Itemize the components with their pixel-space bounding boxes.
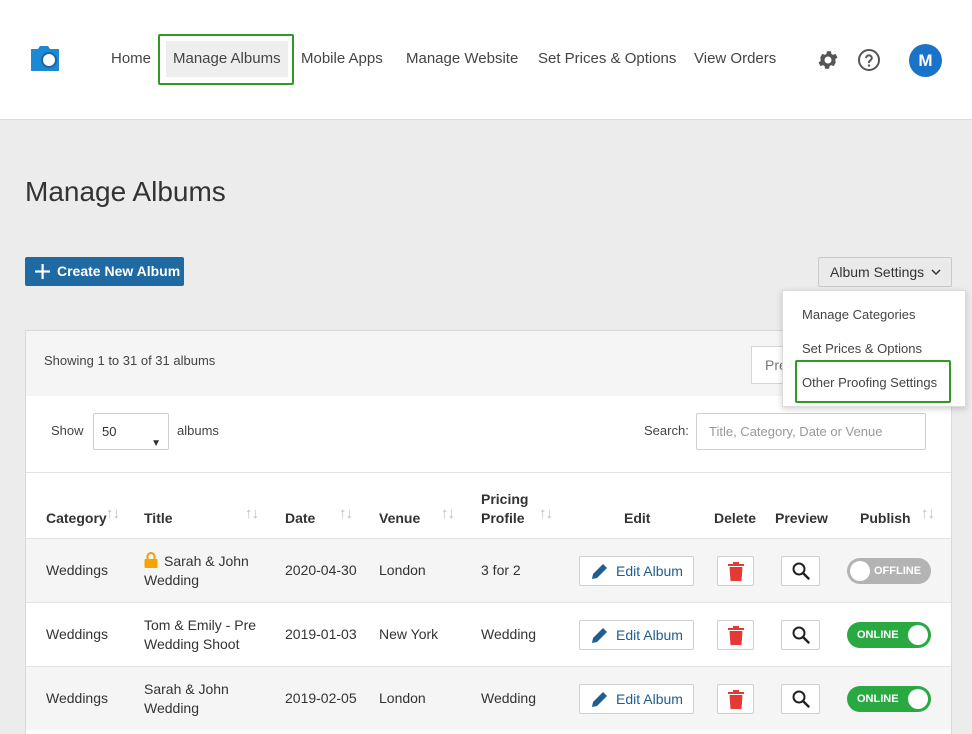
row-title-line1: Sarah & John [144, 552, 249, 571]
search-label: Search: [644, 423, 689, 438]
publish-toggle[interactable]: ONLINE [847, 686, 931, 712]
trash-icon [728, 626, 744, 645]
table-row: Weddings Sarah & John Wedding 2020-04-30… [26, 538, 951, 602]
preview-album-button[interactable] [781, 620, 820, 650]
album-settings-label: Album Settings [830, 264, 925, 280]
column-delete: Delete [714, 510, 757, 526]
edit-album-button[interactable]: Edit Album [579, 556, 694, 586]
edit-album-button[interactable]: Edit Album [579, 684, 694, 714]
table-row: Weddings Sarah & John Wedding 2019-02-05… [26, 666, 951, 730]
row-category: Weddings [46, 562, 109, 578]
edit-album-label: Edit Album [616, 563, 683, 579]
pencil-icon [592, 692, 607, 707]
row-date: 2019-02-05 [285, 690, 357, 706]
delete-album-button[interactable] [717, 620, 754, 650]
row-date: 2019-01-03 [285, 626, 357, 642]
show-label: Show [51, 423, 84, 438]
row-title-line2: Wedding [144, 700, 200, 716]
sort-icon[interactable]: ↑↓ [921, 505, 935, 522]
row-title-line2: Wedding Shoot [144, 636, 240, 652]
page-size-select[interactable]: 50 ▼ [93, 413, 169, 450]
delete-album-button[interactable] [717, 556, 754, 586]
column-publish[interactable]: Publish [860, 510, 911, 526]
chevron-down-icon [931, 269, 941, 276]
pencil-icon [592, 628, 607, 643]
nav-view-orders[interactable]: View Orders [687, 41, 783, 77]
pencil-icon [592, 564, 607, 579]
showing-count: Showing 1 to 31 of 31 albums [44, 353, 216, 368]
toggle-knob [850, 561, 870, 581]
sort-icon[interactable]: ↑↓ [245, 505, 259, 522]
sort-icon[interactable]: ↑↓ [106, 505, 120, 522]
row-title-line1: Sarah & John [144, 681, 229, 697]
nav-highlight-box [158, 34, 294, 85]
search-icon [792, 562, 810, 580]
publish-status: ONLINE [857, 693, 899, 705]
row-pricing: Wedding [481, 626, 537, 642]
column-title[interactable]: Title [144, 510, 173, 526]
albums-label: albums [177, 423, 219, 438]
sort-icon[interactable]: ↑↓ [441, 505, 455, 522]
row-venue: London [379, 690, 426, 706]
menu-highlight-box [795, 360, 951, 403]
toggle-knob [908, 689, 928, 709]
column-pricing-line1[interactable]: Pricing [481, 491, 528, 507]
page-size-value: 50 [102, 424, 117, 439]
toggle-knob [908, 625, 928, 645]
menu-item-manage-categories[interactable]: Manage Categories [802, 307, 915, 322]
row-title-line2: Wedding [144, 572, 200, 588]
delete-album-button[interactable] [717, 684, 754, 714]
row-venue: New York [379, 626, 439, 642]
trash-icon [728, 690, 744, 709]
select-arrow-icon: ▼ [151, 438, 161, 449]
menu-item-set-prices-options[interactable]: Set Prices & Options [802, 341, 922, 356]
search-icon [792, 626, 810, 644]
edit-album-label: Edit Album [616, 627, 683, 643]
trash-icon [728, 562, 744, 581]
column-venue[interactable]: Venue [379, 510, 420, 526]
row-category: Weddings [46, 690, 109, 706]
publish-status: ONLINE [857, 629, 899, 641]
edit-album-button[interactable]: Edit Album [579, 620, 694, 650]
nav-set-prices-options[interactable]: Set Prices & Options [531, 41, 683, 77]
sort-icon[interactable]: ↑↓ [339, 505, 353, 522]
row-pricing: 3 for 2 [481, 562, 521, 578]
top-navigation-bar: Home Manage Albums Mobile Apps Manage We… [0, 0, 972, 120]
row-title-text: Sarah & John [164, 553, 249, 569]
plus-icon [35, 264, 50, 279]
search-icon [792, 690, 810, 708]
preview-album-button[interactable] [781, 556, 820, 586]
publish-toggle[interactable]: ONLINE [847, 622, 931, 648]
preview-album-button[interactable] [781, 684, 820, 714]
create-new-album-label: Create New Album [57, 263, 181, 279]
edit-album-label: Edit Album [616, 691, 683, 707]
column-category[interactable]: Category [46, 510, 107, 526]
nav-mobile-apps[interactable]: Mobile Apps [294, 41, 390, 77]
column-preview: Preview [775, 510, 828, 526]
gear-icon[interactable] [816, 48, 840, 72]
publish-status: OFFLINE [874, 565, 922, 577]
user-avatar[interactable]: M [909, 44, 942, 77]
row-pricing: Wedding [481, 690, 537, 706]
table-header: Category ↑↓ Title ↑↓ Date ↑↓ Venue ↑↓ Pr… [26, 472, 951, 538]
row-category: Weddings [46, 626, 109, 642]
publish-toggle[interactable]: OFFLINE [847, 558, 931, 584]
help-icon[interactable] [857, 48, 881, 72]
nav-home[interactable]: Home [104, 41, 158, 77]
search-input[interactable]: Title, Category, Date or Venue [696, 413, 926, 450]
row-title-line1: Tom & Emily - Pre [144, 617, 257, 633]
row-venue: London [379, 562, 426, 578]
row-date: 2020-04-30 [285, 562, 357, 578]
nav-manage-website[interactable]: Manage Website [399, 41, 525, 77]
column-edit: Edit [624, 510, 651, 526]
page-title: Manage Albums [25, 176, 226, 207]
album-settings-button[interactable]: Album Settings [818, 257, 952, 287]
column-date[interactable]: Date [285, 510, 315, 526]
sort-icon[interactable]: ↑↓ [539, 505, 553, 522]
column-pricing-line2[interactable]: Profile [481, 510, 525, 526]
table-row: Weddings Tom & Emily - Pre Wedding Shoot… [26, 602, 951, 666]
create-new-album-button[interactable]: Create New Album [25, 257, 184, 286]
lock-icon [144, 552, 158, 568]
camera-logo-icon[interactable] [29, 45, 61, 71]
